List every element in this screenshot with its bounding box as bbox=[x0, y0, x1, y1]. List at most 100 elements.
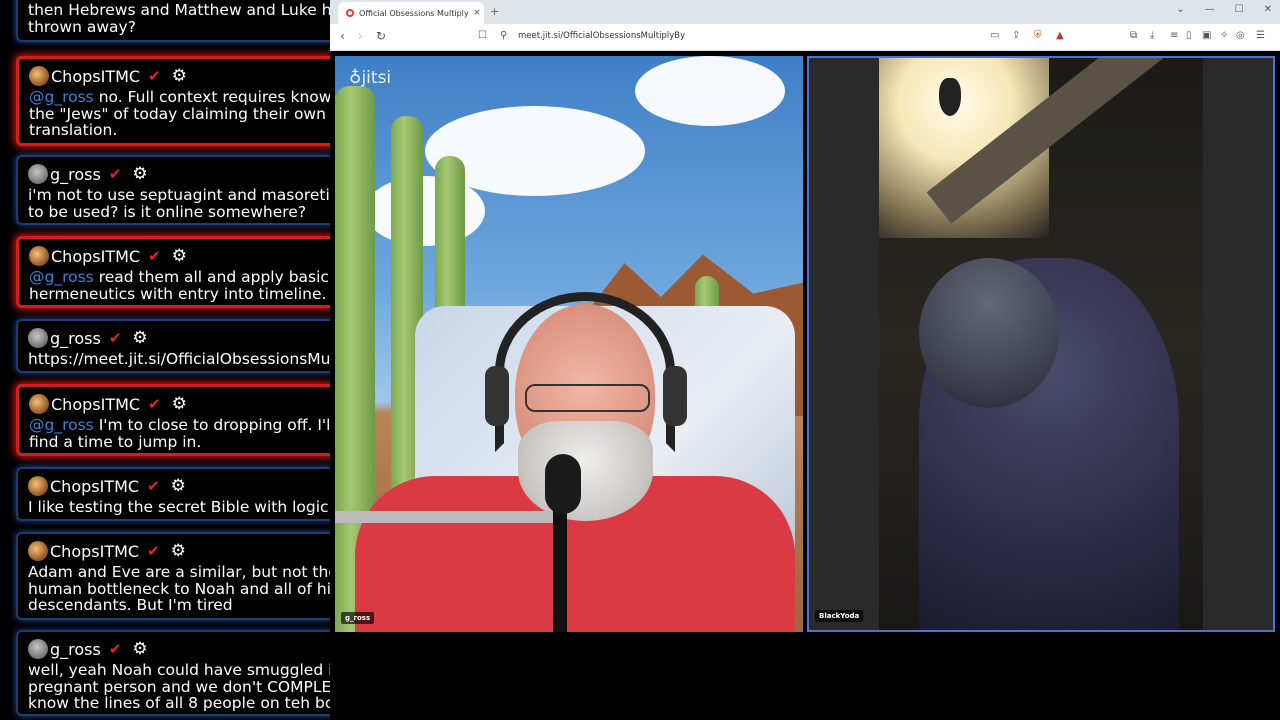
chat-line: no. Full context requires knowing bbox=[93, 88, 336, 106]
cast-icon[interactable]: ▭ bbox=[990, 30, 999, 41]
chat-username: g_ross bbox=[50, 164, 101, 184]
share-icon[interactable]: ⇪ bbox=[1012, 30, 1020, 41]
chat-message-text: @g_ross read them all and apply basic he… bbox=[29, 268, 329, 303]
verified-check-icon: ✔ bbox=[147, 477, 160, 495]
tab-title: Official Obsessions Multiply B bbox=[359, 8, 470, 18]
gear-icon: ⚙ bbox=[170, 476, 186, 496]
headphone-earcup bbox=[663, 366, 687, 426]
chat-message-header: g_ross ✔ ⚙ bbox=[28, 161, 324, 187]
chat-username: ChopsITMC bbox=[50, 476, 140, 496]
participant-name-label: BlackYoda bbox=[815, 610, 864, 622]
video-tile-g-ross[interactable]: ♁jitsi g_ross bbox=[335, 56, 803, 632]
cloud bbox=[635, 56, 785, 126]
avatar bbox=[28, 541, 48, 561]
gear-icon: ⚙ bbox=[132, 639, 148, 659]
jitsi-logo-text: jitsi bbox=[361, 68, 392, 88]
chat-line: descendants. But I'm tired bbox=[28, 596, 233, 614]
address-bar[interactable]: meet.jit.si/OfficialObsessionsMultiplyBy bbox=[518, 31, 685, 41]
gear-icon: ⚙ bbox=[171, 66, 187, 86]
chat-message: ChopsITMC ✔ ⚙ @g_ross read them all and … bbox=[16, 236, 336, 308]
forward-button[interactable]: › bbox=[358, 29, 363, 43]
tab-close-button[interactable]: × bbox=[470, 8, 484, 18]
leo-icon[interactable]: ✧ bbox=[1220, 30, 1228, 41]
cloud bbox=[365, 176, 485, 246]
chat-message: then Hebrews and Matthew and Luke have t… bbox=[16, 0, 336, 42]
bookmark-icon[interactable]: ☐ bbox=[478, 30, 487, 41]
jitsi-logo-icon: ♁ bbox=[349, 68, 362, 88]
verified-check-icon: ✔ bbox=[148, 395, 161, 413]
meeting-stage: ♁jitsi g_ross BlackYoda bbox=[330, 51, 1280, 720]
avatar bbox=[28, 164, 48, 184]
chat-message: g_ross ✔ ⚙ https://meet.jit.si/OfficialO… bbox=[16, 319, 336, 373]
gear-icon: ⚙ bbox=[171, 394, 187, 414]
chat-message: g_ross ✔ ⚙ i'm not to use septuagint and… bbox=[16, 155, 336, 225]
headphones bbox=[495, 292, 675, 452]
site-info-icon[interactable]: ⚲ bbox=[500, 30, 507, 41]
gear-icon: ⚙ bbox=[171, 246, 187, 266]
light-bulb bbox=[939, 78, 961, 116]
chat-message: ChopsITMC ✔ ⚙ @g_ross I'm to close to dr… bbox=[16, 384, 336, 456]
close-window-button[interactable]: ✕ bbox=[1264, 4, 1272, 15]
window-controls: ⌄ — ☐ ✕ bbox=[1176, 4, 1272, 15]
reload-button[interactable]: ↻ bbox=[376, 29, 386, 43]
chat-message-header: ChopsITMC ✔ ⚙ bbox=[29, 63, 323, 89]
chat-line: I like testing the secret Bible with log… bbox=[28, 498, 336, 516]
chat-line: human bottleneck to Noah and all of his bbox=[28, 579, 336, 598]
gear-icon: ⚙ bbox=[132, 328, 148, 348]
verified-check-icon: ✔ bbox=[147, 542, 160, 560]
verified-check-icon: ✔ bbox=[108, 640, 122, 658]
chat-line: then Hebrews and Matthew and Luke have bbox=[28, 1, 336, 19]
tab-list-button[interactable]: ⌄ bbox=[1176, 4, 1184, 15]
chat-line: know the lines of all 8 people on teh bo… bbox=[28, 694, 355, 712]
person-head bbox=[919, 258, 1059, 408]
headphone-earcup bbox=[485, 366, 509, 426]
verified-check-icon: ✔ bbox=[148, 67, 161, 85]
chat-message-text: well, yeah Noah could have smuggled in a… bbox=[28, 662, 374, 712]
browser-tab[interactable]: Official Obsessions Multiply B × bbox=[338, 2, 484, 24]
browser-toolbar: ‹ › ↻ ☐ ⚲ meet.jit.si/OfficialObsessions… bbox=[330, 24, 1280, 51]
avatar bbox=[29, 66, 49, 86]
chat-message-text: i'm not to use septuagint and masoretic?… bbox=[28, 186, 336, 221]
vpn-icon[interactable]: ◎ bbox=[1236, 30, 1245, 41]
chat-username: g_ross bbox=[50, 639, 101, 659]
chat-message-text: @g_ross no. Full context requires knowin… bbox=[29, 89, 333, 139]
reading-list-icon[interactable]: ≡ bbox=[1170, 30, 1178, 41]
chat-mention: @g_ross bbox=[29, 268, 94, 286]
download-icon[interactable]: ⤓ bbox=[1150, 30, 1154, 41]
browser-window: Official Obsessions Multiply B × + ⌄ — ☐… bbox=[330, 0, 1280, 720]
mic-stand bbox=[553, 506, 567, 632]
chat-message-text: @g_ross I'm to close to dropping off. I'… bbox=[29, 417, 333, 451]
video-tile-blackyoda[interactable]: BlackYoda bbox=[807, 56, 1275, 632]
chat-line: translation. bbox=[29, 121, 118, 139]
avatar bbox=[28, 476, 48, 496]
wallet-icon[interactable]: ▣ bbox=[1202, 30, 1211, 41]
favicon-icon bbox=[346, 9, 354, 17]
chat-line: Adam and Eve are a similar, but not the … bbox=[28, 563, 336, 581]
maximize-button[interactable]: ☐ bbox=[1235, 4, 1244, 15]
chat-username: ChopsITMC bbox=[51, 246, 141, 266]
chat-message-text: https://meet.jit.si/OfficialObsessionsMu… bbox=[28, 350, 336, 368]
chat-line: i'm not to use septuagint and masoretic?… bbox=[28, 186, 336, 204]
chat-line: find a time to jump in. bbox=[29, 432, 202, 451]
chat-message-header: ChopsITMC ✔ ⚙ bbox=[28, 538, 324, 564]
chat-line: to be used? is it online somewhere? bbox=[28, 202, 307, 221]
chat-message-header: g_ross ✔ ⚙ bbox=[28, 636, 374, 662]
microphone bbox=[545, 454, 581, 514]
minimize-button[interactable]: — bbox=[1205, 4, 1215, 15]
new-tab-button[interactable]: + bbox=[490, 5, 499, 18]
chat-line: hermeneutics with entry into timeline. bbox=[29, 284, 327, 303]
sidebar-icon[interactable]: ▯ bbox=[1186, 30, 1192, 41]
chat-line: https://meet.jit.si/OfficialObsessionsMu… bbox=[28, 350, 336, 368]
chat-line: read them all and apply basic bbox=[93, 268, 329, 286]
menu-icon[interactable]: ☰ bbox=[1256, 30, 1265, 41]
chat-message-header: ChopsITMC ✔ ⚙ bbox=[29, 391, 323, 417]
chat-username: ChopsITMC bbox=[50, 541, 140, 561]
chat-line: pregnant person and we don't COMPLETELY bbox=[28, 677, 367, 696]
chat-message-header: ChopsITMC ✔ ⚙ bbox=[28, 473, 324, 499]
shield-icon[interactable]: ⛨ bbox=[1034, 30, 1042, 41]
extensions-icon[interactable]: ⧉ bbox=[1130, 30, 1137, 41]
chat-username: ChopsITMC bbox=[51, 66, 141, 86]
back-button[interactable]: ‹ bbox=[340, 29, 345, 43]
rewards-icon[interactable]: ▲ bbox=[1056, 30, 1064, 41]
mic-arm bbox=[335, 511, 565, 523]
